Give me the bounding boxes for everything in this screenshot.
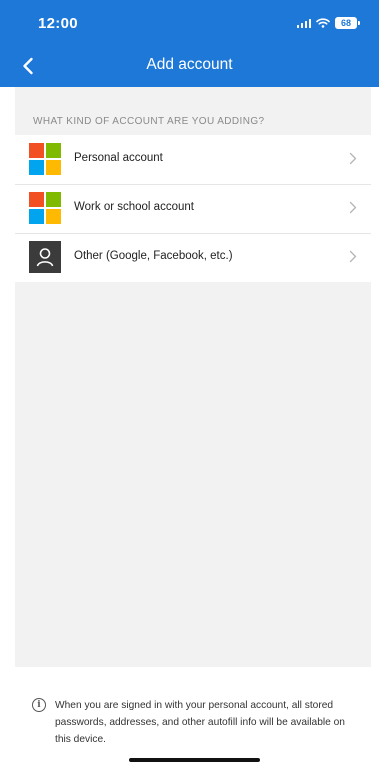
- status-icons: 68: [296, 17, 360, 29]
- footer: i When you are signed in with your perso…: [15, 667, 371, 779]
- microsoft-logo-icon: [29, 143, 61, 175]
- chevron-right-icon: [349, 201, 357, 214]
- page-title: Add account: [146, 56, 233, 73]
- person-glyph-icon: [36, 248, 54, 267]
- home-indicator: [129, 758, 260, 762]
- row-label: Work or school account: [74, 201, 194, 213]
- status-time: 12:00: [38, 15, 78, 32]
- info-icon: i: [32, 698, 46, 712]
- work-school-account-row[interactable]: Work or school account: [15, 184, 371, 233]
- person-icon: [29, 241, 61, 273]
- section-header: WHAT KIND OF ACCOUNT ARE YOU ADDING?: [33, 116, 265, 127]
- account-type-list: Personal account Work or school account: [15, 135, 371, 282]
- add-account-screen: 12:00 68 Add account WHAT KIND OF ACCOUN…: [0, 0, 379, 779]
- battery-icon: 68: [335, 17, 360, 29]
- personal-account-row[interactable]: Personal account: [15, 135, 371, 184]
- header: 12:00 68 Add account: [0, 0, 379, 87]
- chevron-right-icon: [349, 152, 357, 165]
- nav-bar: Add account: [0, 44, 379, 87]
- microsoft-logo-icon: [29, 192, 61, 224]
- footer-note: When you are signed in with your persona…: [55, 700, 345, 745]
- chevron-right-icon: [349, 250, 357, 263]
- content-area: WHAT KIND OF ACCOUNT ARE YOU ADDING? Per…: [15, 87, 371, 667]
- row-label: Other (Google, Facebook, etc.): [74, 250, 233, 262]
- other-account-row[interactable]: Other (Google, Facebook, etc.): [15, 233, 371, 282]
- wifi-icon: [316, 18, 330, 28]
- row-label: Personal account: [74, 152, 163, 164]
- status-bar: 12:00 68: [0, 0, 379, 44]
- signal-icon: [296, 18, 311, 28]
